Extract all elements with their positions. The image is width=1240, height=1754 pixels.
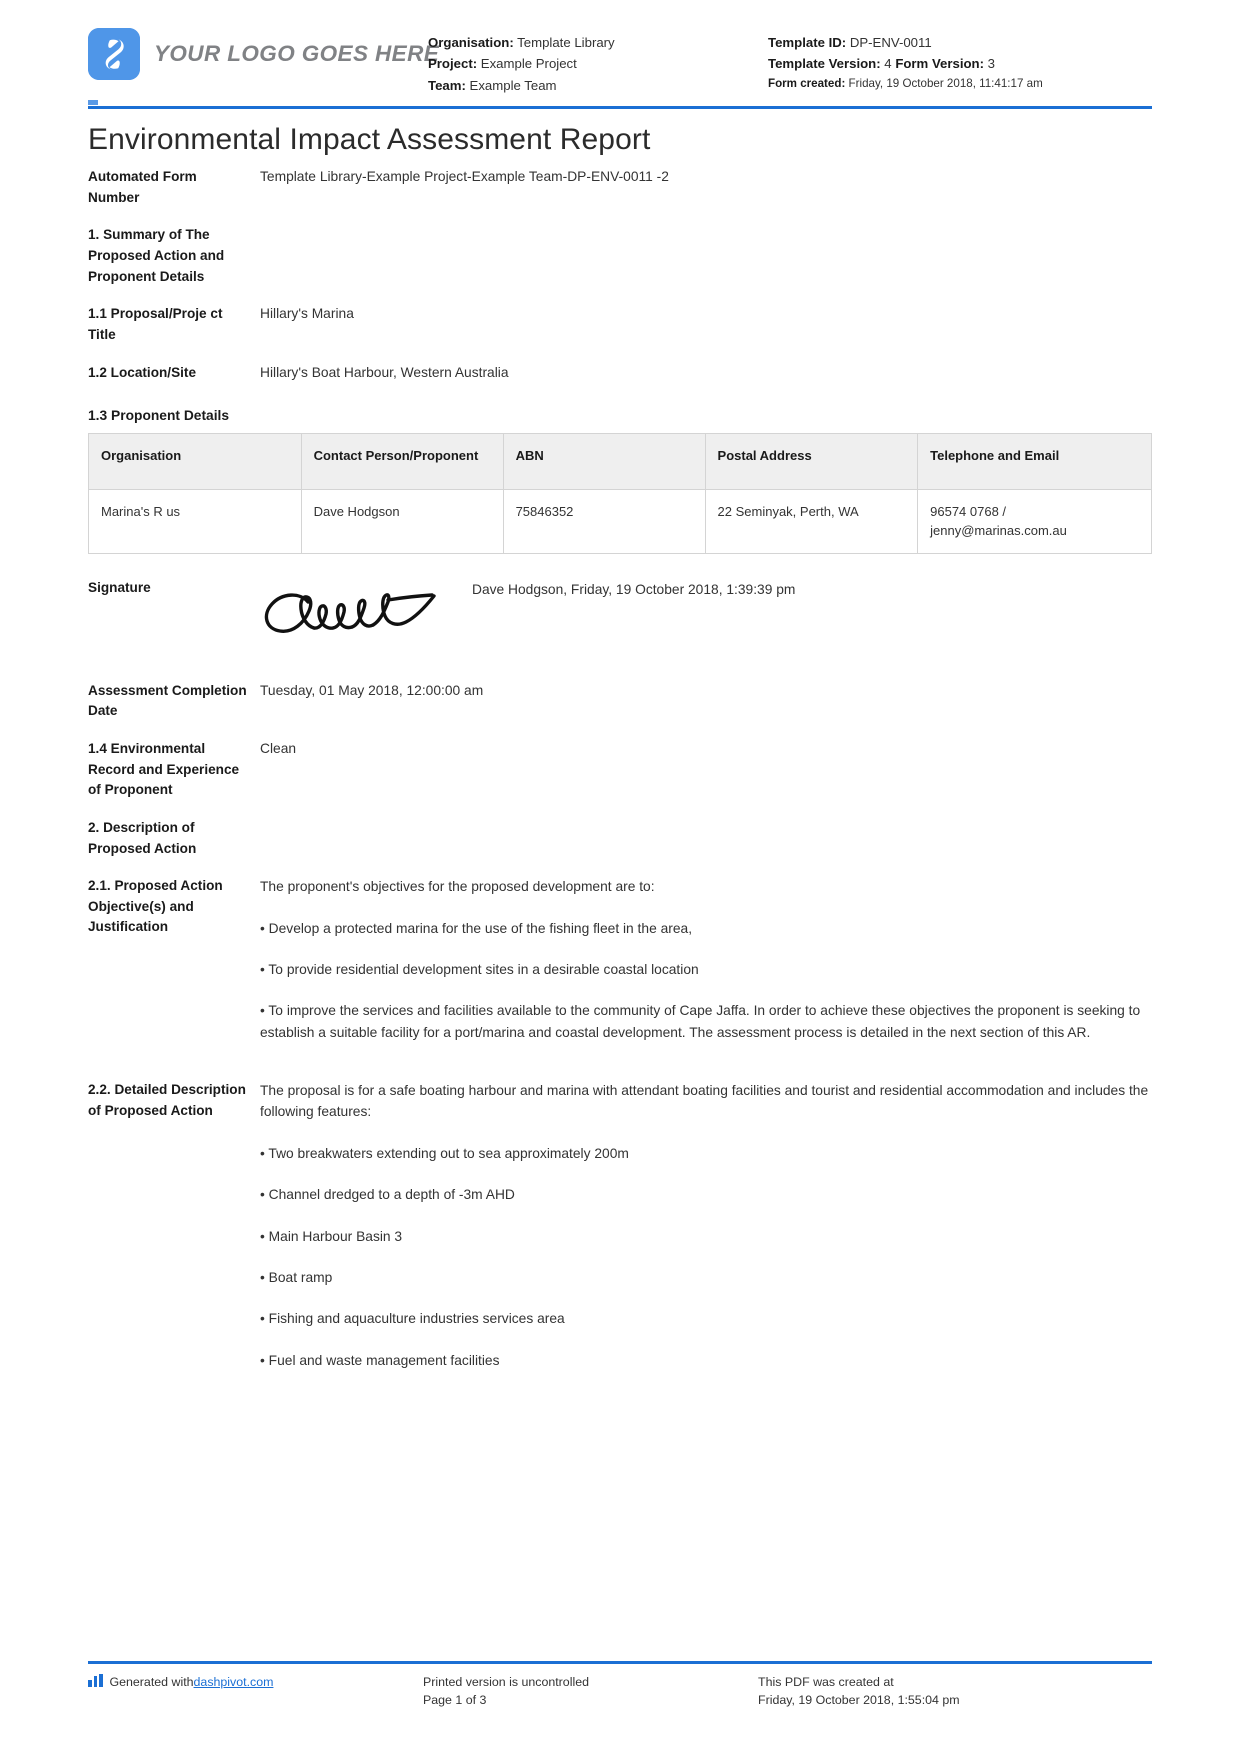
form-created-label: Form created: xyxy=(768,76,846,90)
field-label: 1.2 Location/Site xyxy=(88,364,197,380)
section22-bullet-6: • Fuel and waste management facilities xyxy=(260,1352,500,1368)
field-1-2-location-site: 1.2 Location/Site Hillary's Boat Harbour… xyxy=(88,363,1152,384)
cell-postal-address: 22 Seminyak, Perth, WA xyxy=(704,488,919,554)
form-version-label: Form Version: xyxy=(895,56,984,72)
section22-bullet-5: • Fishing and aquaculture industries ser… xyxy=(260,1311,565,1327)
field-value: Template Library-Example Project-Example… xyxy=(260,169,669,184)
column-header-contact: Contact Person/Proponent xyxy=(300,432,504,490)
section21-bullet-1: • Develop a protected marina for the use… xyxy=(260,920,693,936)
signature-label: Signature xyxy=(88,579,151,595)
proponent-details-heading: 1.3 Proponent Details xyxy=(88,407,230,423)
field-label: 1.1 Proposal/Proje ct Title xyxy=(88,306,223,342)
organisation-label: Organisation: xyxy=(428,35,514,50)
document-footer: Generated with dashpivot.com Printed ver… xyxy=(88,1659,1152,1710)
field-2-2-detailed-description: 2.2. Detailed Description of Proposed Ac… xyxy=(88,1080,1152,1391)
section21-intro: The proponent's objectives for the propo… xyxy=(260,879,655,895)
field-value: Hillary's Marina xyxy=(260,306,354,322)
field-value: Clean xyxy=(260,740,297,756)
footer-created-at: This PDF was created at Friday, 19 Octob… xyxy=(758,1673,1152,1710)
header-rule-tick xyxy=(88,100,98,105)
field-value: Hillary's Boat Harbour, Western Australi… xyxy=(260,364,509,380)
template-version-label: Template Version: xyxy=(768,56,881,72)
field-label: Automated Form Number xyxy=(88,169,197,205)
field-value: Tuesday, 01 May 2018, 12:00:00 am xyxy=(260,682,484,698)
footer-print-notice: Printed version is uncontrolled Page 1 o… xyxy=(423,1673,758,1710)
organisation-value: Template Library xyxy=(517,35,615,50)
company-logo-icon xyxy=(88,28,140,80)
field-value: The proponent's objectives for the propo… xyxy=(260,876,1152,1063)
cell-abn: 75846352 xyxy=(502,488,706,554)
header-meta-left: Organisation: Template Library Project: … xyxy=(428,22,768,96)
column-header-telephone-email: Telephone and Email xyxy=(917,432,1152,490)
field-assessment-completion-date: Assessment Completion Date Tuesday, 01 M… xyxy=(88,681,1152,722)
field-automated-form-number: Automated Form Number Template Library-E… xyxy=(88,167,1152,208)
field-section-1: 1. Summary of The Proposed Action and Pr… xyxy=(88,225,1152,287)
template-id-line: Template ID: DP-ENV-0011 xyxy=(768,32,1152,53)
field-label: 1. Summary of The Proposed Action and Pr… xyxy=(88,227,225,284)
section21-bullet-2: • To provide residential development sit… xyxy=(260,961,699,977)
footer-generated-prefix: Generated with xyxy=(109,1674,194,1689)
logo-block: YOUR LOGO GOES HERE xyxy=(88,22,439,80)
column-header-postal-address: Postal Address xyxy=(704,432,919,490)
form-version-value: 3 xyxy=(987,56,995,72)
footer-rule xyxy=(88,1660,1152,1664)
table-row: Marina's R us Dave Hodgson 75846352 22 S… xyxy=(88,488,1152,554)
signature-meta: Dave Hodgson, Friday, 19 October 2018, 1… xyxy=(472,581,796,597)
header-meta-right: Template ID: DP-ENV-0011 Template Versio… xyxy=(768,22,1152,94)
dashpivot-link[interactable]: dashpivot.com xyxy=(194,1673,274,1692)
signature-image xyxy=(260,580,472,651)
logo-text: YOUR LOGO GOES HERE xyxy=(154,41,440,66)
form-created-line: Form created: Friday, 19 October 2018, 1… xyxy=(768,75,1152,94)
field-1-1-proposal-title: 1.1 Proposal/Proje ct Title Hillary's Ma… xyxy=(88,304,1152,345)
template-id-label: Template ID: xyxy=(768,35,847,50)
section21-bullet-3: • To improve the services and facilities… xyxy=(260,1003,1141,1040)
cell-contact: Dave Hodgson xyxy=(300,488,504,554)
created-value: Friday, 19 October 2018, 1:55:04 pm xyxy=(758,1693,960,1708)
header-rule xyxy=(88,106,1152,109)
page-number: Page 1 of 3 xyxy=(423,1693,487,1708)
project-value: Example Project xyxy=(480,56,577,72)
project-label: Project: xyxy=(428,56,478,72)
footer-generated-with: Generated with dashpivot.com xyxy=(88,1673,423,1692)
field-2-1-objectives: 2.1. Proposed Action Objective(s) and Ju… xyxy=(88,876,1152,1063)
field-label: Assessment Completion Date xyxy=(88,682,247,719)
bar-chart-icon xyxy=(88,1673,103,1687)
section22-bullet-3: • Main Harbour Basin 3 xyxy=(260,1228,403,1244)
template-id-value: DP-ENV-0011 xyxy=(849,35,932,50)
document-header: YOUR LOGO GOES HERE Organisation: Templa… xyxy=(88,0,1152,100)
field-section-2: 2. Description of Proposed Action xyxy=(88,818,1152,859)
field-value: The proposal is for a safe boating harbo… xyxy=(260,1080,1152,1391)
field-1-4-environmental-record: 1.4 Environmental Record and Experience … xyxy=(88,739,1152,801)
cell-telephone-email: 96574 0768 / jenny@marinas.com.au xyxy=(917,488,1152,554)
section22-intro: The proposal is for a safe boating harbo… xyxy=(260,1083,1149,1120)
column-header-organisation: Organisation xyxy=(88,432,302,490)
team-label: Team: xyxy=(428,77,466,93)
section22-bullet-1: • Two breakwaters extending out to sea a… xyxy=(260,1145,629,1161)
version-line: Template Version: 4 Form Version: 3 xyxy=(768,53,1152,74)
organisation-line: Organisation: Template Library xyxy=(428,32,768,53)
section22-bullet-4: • Boat ramp xyxy=(260,1269,333,1285)
field-label: 1.4 Environmental Record and Experience … xyxy=(88,740,240,798)
field-label: 2. Description of Proposed Action xyxy=(88,819,197,856)
field-label: 2.1. Proposed Action Objective(s) and Ju… xyxy=(88,878,223,935)
proponent-details-table: Organisation Contact Person/Proponent AB… xyxy=(88,432,1152,554)
field-label: 2.2. Detailed Description of Proposed Ac… xyxy=(88,1082,246,1118)
created-label: This PDF was created at xyxy=(758,1674,894,1689)
cell-organisation: Marina's R us xyxy=(88,488,302,554)
printed-version-notice: Printed version is uncontrolled xyxy=(423,1674,589,1689)
table-header-row: Organisation Contact Person/Proponent AB… xyxy=(88,432,1152,490)
project-line: Project: Example Project xyxy=(428,53,768,74)
team-line: Team: Example Team xyxy=(428,75,768,96)
form-created-value: Friday, 19 October 2018, 11:41:17 am xyxy=(848,76,1043,90)
document-page: YOUR LOGO GOES HERE Organisation: Templa… xyxy=(0,0,1240,1754)
template-version-value: 4 xyxy=(884,56,892,72)
section22-bullet-2: • Channel dredged to a depth of -3m AHD xyxy=(260,1187,515,1203)
page-title: Environmental Impact Assessment Report xyxy=(88,123,651,156)
column-header-abn: ABN xyxy=(502,432,706,490)
signature-block: Signature Dave Hodgson, Friday, 19 Octob… xyxy=(88,580,1152,651)
team-value: Example Team xyxy=(469,77,557,93)
